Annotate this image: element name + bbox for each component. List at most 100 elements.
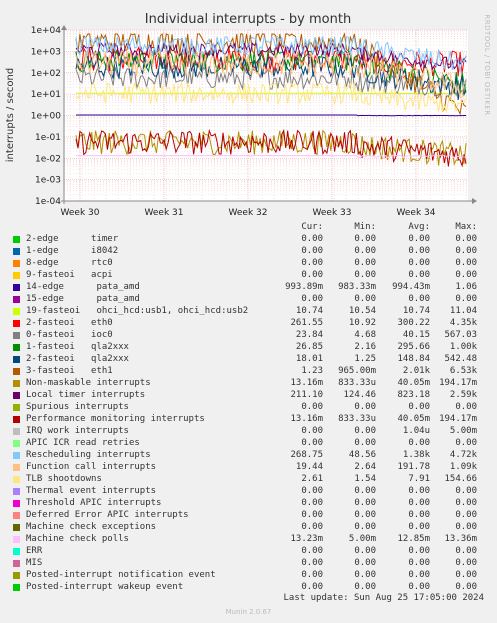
legend-max: 0.00 [455, 486, 477, 496]
legend-label: 19-fasteoi ohci_hcd:usb1, ohci_hcd:usb2 [26, 306, 249, 316]
legend-min: 48.56 [348, 450, 376, 460]
legend-row: 14-edge pata_amd 993.89m 983.33m 994.43m 1.0… [0, 282, 497, 294]
legend-row: Function call interrupts 19.44 2.64 191.78 1… [0, 462, 497, 474]
legend-max: 4.72k [449, 450, 477, 460]
legend-label: Spurious interrupts [26, 402, 129, 412]
chart-area: 1e+04 1e+03 1e+02 1e+01 1e+00 1e-01 1e-02 1e-03… [5, 12, 491, 218]
legend-cur: 0.00 [301, 570, 323, 580]
legend-label: 1-fasteoi qla2xxx [26, 342, 129, 352]
legend-label: 3-fasteoi eth1 [26, 366, 113, 376]
legend-swatch [13, 440, 20, 447]
legend-min: 0.00 [354, 522, 376, 532]
legend-min: 10.92 [348, 318, 376, 328]
legend-swatch [13, 452, 20, 459]
legend-label: Posted-interrupt notification event [26, 570, 216, 580]
legend-label: Function call interrupts [26, 462, 157, 472]
legend-swatch [13, 332, 20, 339]
legend-row: 8-edge rtc0 0.00 0.00 0.00 0.00 [0, 258, 497, 270]
legend-max: 567.03 [444, 330, 477, 340]
legend-row: Machine check exceptions 0.00 0.00 0.00 0.00 [0, 522, 497, 534]
legend-label: Machine check polls [26, 534, 129, 544]
legend-label: Threshold APIC interrupts [26, 498, 162, 508]
legend-max: 11.04 [449, 306, 477, 316]
col-cur-header: Cur: [301, 222, 323, 232]
legend-row: Rescheduling interrupts 268.75 48.56 1.38k 4… [0, 450, 497, 462]
legend-min: 0.00 [354, 426, 376, 436]
legend-row: 3-fasteoi eth1 1.23 965.00m 2.01k 6.53k [0, 366, 497, 378]
legend-row: 15-edge pata_amd 0.00 0.00 0.00 0.00 [0, 294, 497, 306]
legend-cur: 211.10 [290, 390, 323, 400]
legend-cur: 0.00 [301, 486, 323, 496]
y-tick-label: 1e+03 [31, 47, 61, 57]
y-tick-label: 1e-01 [35, 133, 61, 143]
legend-cur: 19.44 [295, 462, 323, 472]
legend-row: Performance monitoring interrupts 13.16m 8… [0, 414, 497, 426]
legend-max: 0.00 [455, 558, 477, 568]
legend-cur: 1.23 [301, 366, 323, 376]
legend-max: 0.00 [455, 546, 477, 556]
legend-swatch [13, 272, 20, 279]
legend-min: 0.00 [354, 258, 376, 268]
legend-max: 194.17m [439, 414, 477, 424]
legend-min: 10.54 [348, 306, 376, 316]
legend-min: 0.00 [354, 270, 376, 280]
legend-max: 194.17m [439, 378, 477, 388]
legend-swatch [13, 260, 20, 267]
legend-row: 1-fasteoi qla2xxx 26.85 2.16 295.66 1.00k [0, 342, 497, 354]
legend-cur: 0.00 [301, 246, 323, 256]
legend-label: ERR [26, 546, 43, 556]
legend-label: TLB shootdowns [26, 474, 102, 484]
legend-max: 0.00 [455, 582, 477, 592]
legend-swatch [13, 248, 20, 255]
x-tick-label: Week 34 [397, 208, 436, 218]
legend-min: 4.68 [354, 330, 376, 340]
legend-label: MIS [26, 558, 43, 568]
legend-max: 0.00 [455, 246, 477, 256]
legend-min: 0.00 [354, 582, 376, 592]
legend-min: 0.00 [354, 546, 376, 556]
legend-swatch [13, 404, 20, 411]
y-tick-label: 1e+01 [31, 90, 61, 100]
legend-label: Machine check exceptions [26, 522, 157, 532]
legend-swatch [13, 380, 20, 387]
chart-title: Individual interrupts - by month [145, 12, 351, 27]
legend-max: 0.00 [455, 570, 477, 580]
legend-cur: 0.00 [301, 546, 323, 556]
legend-cur: 268.75 [290, 450, 323, 460]
legend-row: APIC ICR read retries 0.00 0.00 0.00 0.00 [0, 438, 497, 450]
legend-max: 542.48 [444, 354, 477, 364]
legend-row: Spurious interrupts 0.00 0.00 0.00 0.00 [0, 402, 497, 414]
legend-max: 4.35k [449, 318, 477, 328]
legend-min: 5.00m [348, 534, 376, 544]
legend-row: Machine check polls 13.23m 5.00m 12.85m 13.3… [0, 534, 497, 546]
legend-cur: 0.00 [301, 582, 323, 592]
legend-label: 14-edge pata_amd [26, 282, 140, 292]
legend-swatch [13, 560, 20, 567]
legend-swatch [13, 356, 20, 363]
legend-label: 1-edge i8042 [26, 246, 119, 256]
legend-swatch [13, 476, 20, 483]
x-tick-label: Week 30 [61, 208, 100, 218]
legend-min: 0.00 [354, 498, 376, 508]
munin-version: Munin 2.0.67 [225, 608, 272, 616]
legend-max: 0.00 [455, 522, 477, 532]
legend-swatch [13, 488, 20, 495]
legend-swatch [13, 536, 20, 543]
legend-max: 0.00 [455, 498, 477, 508]
legend-cur: 0.00 [301, 510, 323, 520]
legend-label: Non-maskable interrupts [26, 378, 151, 388]
legend-row: 2-fasteoi qla2xxx 18.01 1.25 148.84 542.48 [0, 354, 497, 366]
legend-cur: 0.00 [301, 402, 323, 412]
legend-cur: 0.00 [301, 234, 323, 244]
legend-cur: 0.00 [301, 438, 323, 448]
legend-max: 13.36m [444, 534, 477, 544]
y-tick-labels: 1e+04 1e+03 1e+02 1e+01 1e+00 1e-01 1e-02 1e-03… [31, 26, 62, 207]
legend-max: 0.00 [455, 258, 477, 268]
legend-cur: 26.85 [295, 342, 323, 352]
legend-cur: 0.00 [301, 498, 323, 508]
col-min-header: Min: [354, 222, 376, 232]
legend-cur: 13.23m [290, 534, 323, 544]
y-axis-arrow [61, 25, 67, 30]
x-tick-label: Week 33 [313, 208, 352, 218]
legend-label: 2-edge timer [26, 234, 119, 244]
